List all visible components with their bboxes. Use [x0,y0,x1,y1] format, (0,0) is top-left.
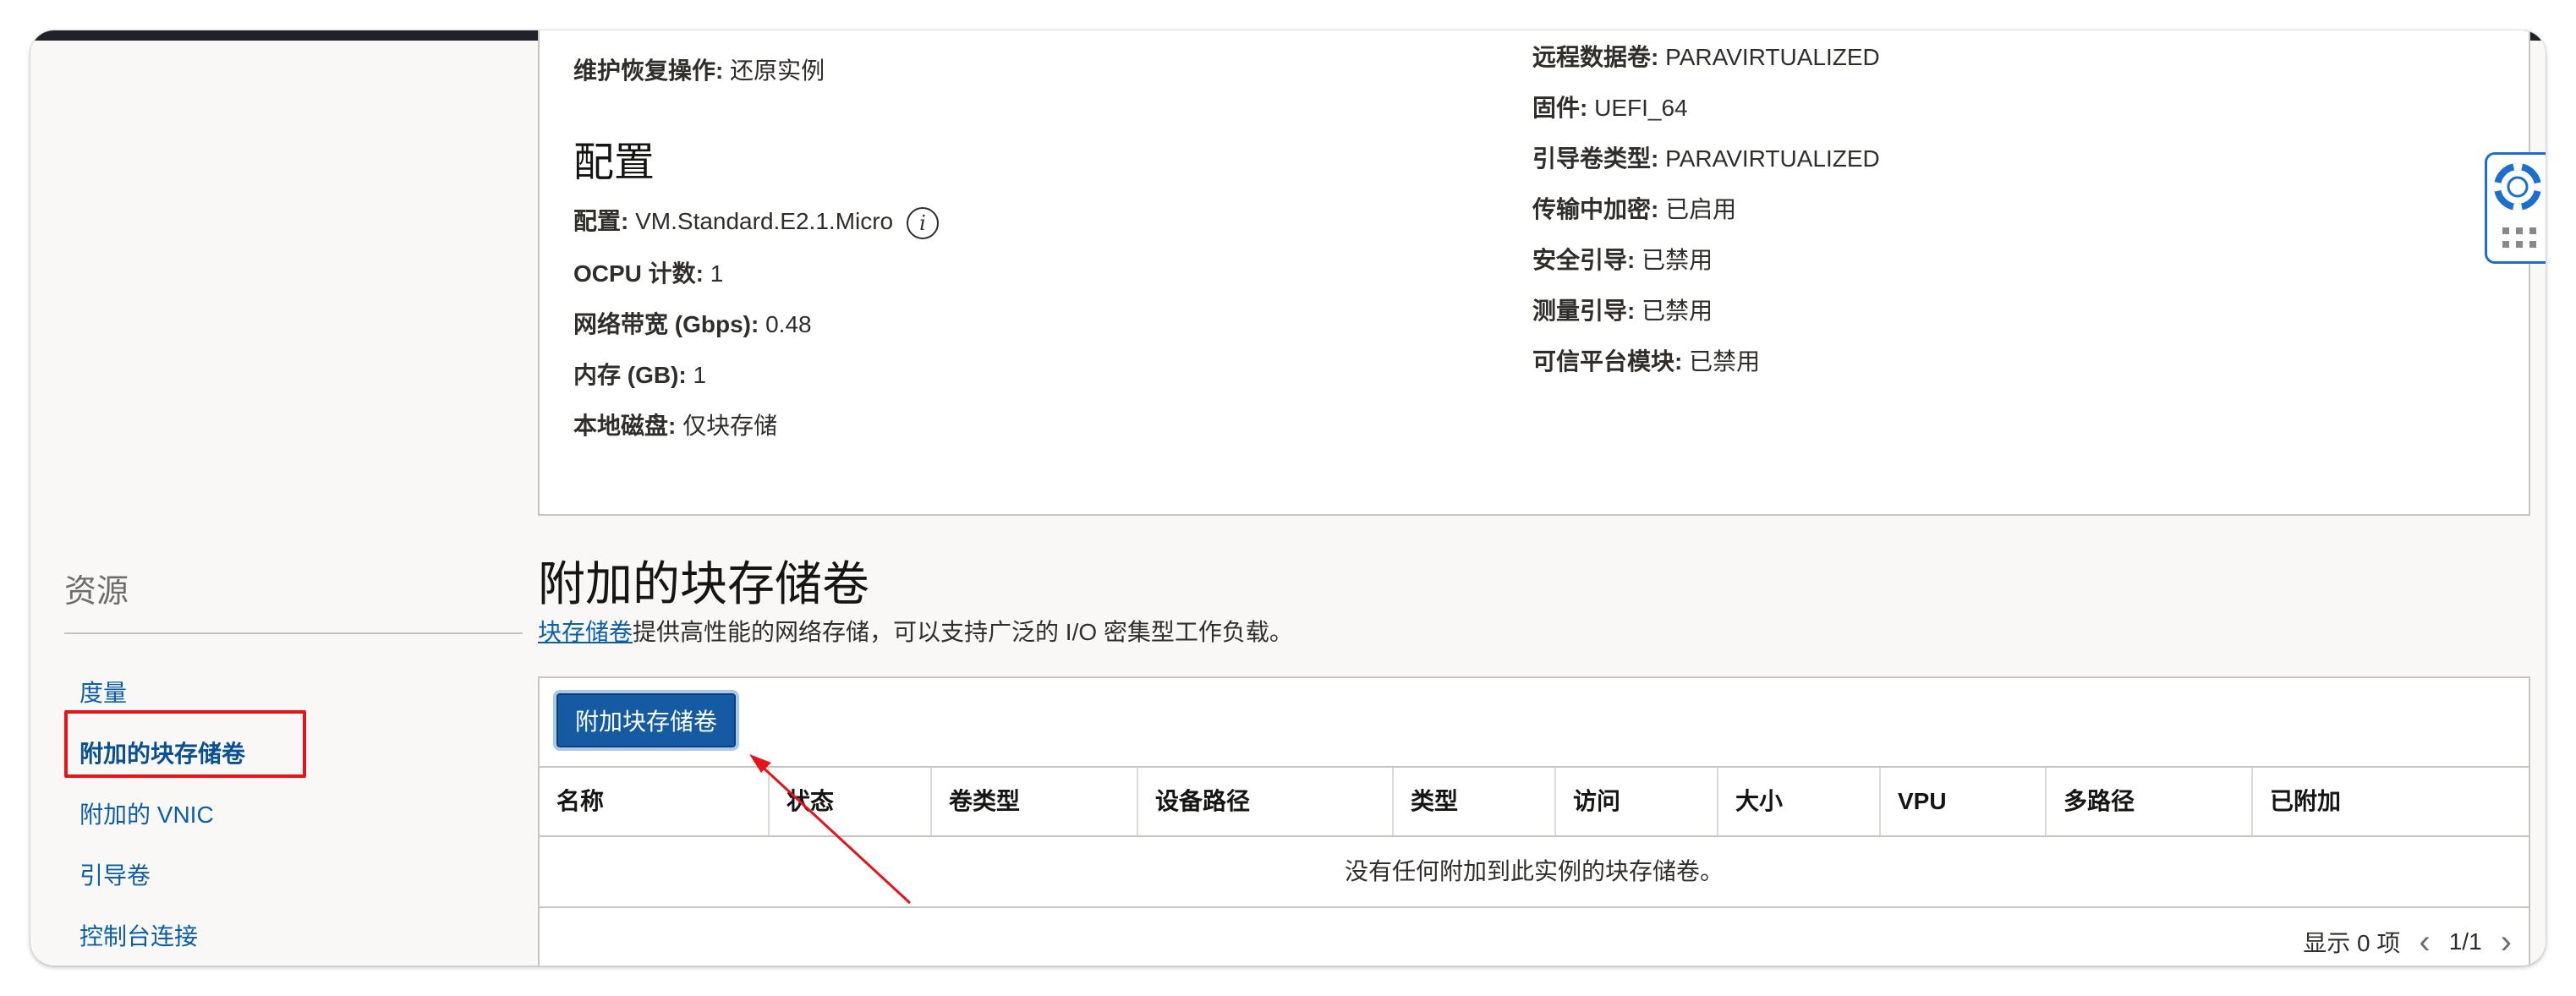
resources-sidebar: 资源 度量 附加的块存储卷 附加的 VNIC 引导卷 控制台连接 [30,41,538,966]
column-header-name[interactable]: 名称 [540,768,768,835]
column-header-attached[interactable]: 已附加 [2251,768,2530,835]
sidebar-item-console-connection[interactable]: 控制台连接 [79,918,198,952]
secure-boot-field: 安全引导: 已禁用 [1532,242,1713,276]
help-widget[interactable] [2485,152,2546,264]
item-count-label: 显示 0 项 [2303,930,2401,956]
local-disk-field: 本地磁盘: 仅块存储 [573,408,777,441]
bandwidth-value: 0.48 [765,311,812,337]
chevron-right-icon[interactable]: › [2501,925,2512,959]
restore-action-value: 还原实例 [730,57,825,84]
lifebuoy-icon[interactable] [2494,163,2541,211]
measured-boot-value: 已禁用 [1642,298,1713,324]
block-volumes-table: 附加块存储卷 名称 状态 卷类型 设备路径 类型 访问 大小 VPU 多路径 已… [538,676,2530,966]
local-disk-value: 仅块存储 [682,413,778,439]
attach-block-volume-button[interactable]: 附加块存储卷 [556,693,736,747]
block-volumes-title: 附加的块存储卷 [538,557,869,610]
trusted-platform-module-field: 可信平台模块: 已禁用 [1532,343,1760,377]
empty-table-message: 没有任何附加到此实例的块存储卷。 [540,837,2529,908]
bandwidth-key: 网络带宽 (Gbps): [573,311,759,337]
table-header-row: 名称 状态 卷类型 设备路径 类型 访问 大小 VPU 多路径 已附加 [540,766,2529,837]
column-header-volume-type[interactable]: 卷类型 [930,768,1137,835]
firmware-key: 固件: [1532,95,1588,121]
column-header-size[interactable]: 大小 [1717,768,1879,835]
column-header-access[interactable]: 访问 [1554,768,1717,835]
ocpu-field: OCPU 计数: 1 [573,255,723,289]
grip-dots-icon[interactable] [2501,226,2538,251]
remote-data-volume-value: PARAVIRTUALIZED [1665,44,1880,70]
trusted-platform-module-key: 可信平台模块: [1532,348,1683,375]
column-header-state[interactable]: 状态 [768,768,930,835]
secure-boot-value: 已禁用 [1642,247,1713,273]
in-transit-encryption-field: 传输中加密: 已启用 [1532,191,1736,225]
column-header-vpu[interactable]: VPU [1879,768,2045,835]
block-volumes-description: 块存储卷提供高性能的网络存储，可以支持广泛的 I/O 密集型工作负载。 [538,614,1293,648]
boot-volume-type-value: PARAVIRTUALIZED [1665,145,1880,172]
memory-value: 1 [693,362,707,388]
in-transit-encryption-value: 已启用 [1665,196,1737,222]
chevron-left-icon[interactable]: ‹ [2419,925,2430,959]
table-pagination: 显示 0 项 ‹ 1/1 › [2303,925,2512,959]
ocpu-value: 1 [710,260,724,287]
column-header-device-path[interactable]: 设备路径 [1137,768,1392,835]
remote-data-volume-field: 远程数据卷: PARAVIRTUALIZED [1532,39,1880,73]
column-header-type[interactable]: 类型 [1392,768,1554,835]
boot-volume-type-key: 引导卷类型: [1532,145,1659,172]
annotation-highlight-box [64,710,306,778]
browser-window: 资源 度量 附加的块存储卷 附加的 VNIC 引导卷 控制台连接 维护恢复操作:… [30,30,2546,966]
memory-field: 内存 (GB): 1 [573,357,706,391]
page-indicator: 1/1 [2448,928,2482,955]
sidebar-item-attached-vnics[interactable]: 附加的 VNIC [79,796,214,830]
restore-action-field: 维护恢复操作: 还原实例 [573,52,825,86]
memory-key: 内存 (GB): [573,362,687,388]
firmware-value: UEFI_64 [1594,95,1688,121]
secure-boot-key: 安全引导: [1532,247,1636,273]
trusted-platform-module-value: 已禁用 [1689,348,1761,375]
shape-key: 配置: [573,208,629,234]
resources-title: 资源 [64,574,129,610]
shape-field: 配置: VM.Standard.E2.1.Micro i [573,203,939,239]
bandwidth-field: 网络带宽 (Gbps): 0.48 [573,306,812,340]
remote-data-volume-key: 远程数据卷: [1532,44,1659,70]
block-volumes-description-text: 提供高性能的网络存储，可以支持广泛的 I/O 密集型工作负载。 [633,619,1293,645]
measured-boot-key: 测量引导: [1532,298,1636,324]
instance-details-card: 维护恢复操作: 还原实例 配置 配置: VM.Standard.E2.1.Mic… [538,30,2530,516]
measured-boot-field: 测量引导: 已禁用 [1532,293,1713,326]
config-section-title: 配置 [573,140,655,185]
info-icon[interactable]: i [906,206,939,239]
sidebar-item-boot-volume[interactable]: 引导卷 [79,857,151,891]
in-transit-encryption-key: 传输中加密: [1532,196,1659,222]
restore-action-key: 维护恢复操作: [573,57,724,84]
shape-value: VM.Standard.E2.1.Micro [635,208,894,234]
column-header-multipath[interactable]: 多路径 [2045,768,2251,835]
block-volumes-doc-link[interactable]: 块存储卷 [538,619,633,645]
resources-divider [64,632,523,634]
ocpu-key: OCPU 计数: [573,260,704,287]
sidebar-item-metrics[interactable]: 度量 [79,675,127,709]
firmware-field: 固件: UEFI_64 [1532,90,1688,123]
local-disk-key: 本地磁盘: [573,413,677,439]
boot-volume-type-field: 引导卷类型: PARAVIRTUALIZED [1532,140,1880,174]
